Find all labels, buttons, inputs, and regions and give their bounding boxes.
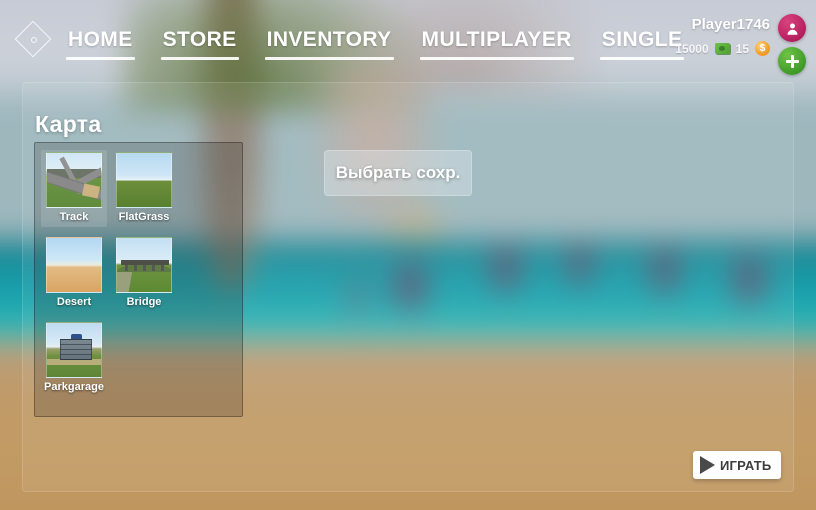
avatar-person-glyph	[787, 23, 797, 35]
nav-label-home: HOME	[68, 28, 133, 51]
nav-item-home[interactable]: HOME	[66, 28, 135, 60]
map-label-track: Track	[59, 211, 89, 223]
select-save-label: Выбрать сохр.	[335, 163, 461, 182]
map-thumbnail-bridge	[116, 237, 172, 293]
money-stack-icon	[714, 43, 730, 54]
main-navigation: HOME STORE INVENTORY MULTIPLAYER SINGLE	[66, 28, 685, 60]
cash-amount: 15000	[675, 41, 709, 56]
currency-row: 15000 15 $	[675, 41, 770, 56]
map-list[interactable]: Track FlatGrass Desert Bridge Parkgarage	[34, 142, 243, 417]
nav-label-inventory: INVENTORY	[266, 28, 392, 51]
map-thumbnail-desert	[46, 237, 102, 293]
player-action-buttons	[778, 14, 806, 75]
map-item-desert[interactable]: Desert	[41, 235, 107, 312]
map-thumbnail-flatgrass	[116, 152, 172, 208]
play-button-label: ИГРАТЬ	[720, 457, 772, 473]
map-label-desert: Desert	[56, 296, 92, 308]
page-title: Карта	[35, 111, 102, 137]
nav-underline-store	[160, 57, 239, 60]
map-item-parkgarage[interactable]: Parkgarage	[41, 320, 107, 397]
nav-label-multiplayer: MULTIPLAYER	[421, 28, 572, 51]
nav-underline-inventory	[264, 57, 394, 60]
map-label-bridge: Bridge	[126, 296, 162, 308]
plus-icon	[785, 54, 799, 68]
coin-amount: 15	[735, 41, 749, 56]
player-name: Player1746	[691, 16, 770, 33]
map-label-flatgrass: FlatGrass	[118, 211, 170, 223]
nav-item-multiplayer[interactable]: MULTIPLAYER	[419, 28, 574, 60]
play-button[interactable]: ИГРАТЬ	[693, 451, 781, 479]
player-info-area: Player1746 15000 15 $	[675, 14, 806, 75]
gold-coin-icon: $	[755, 41, 770, 56]
play-triangle-icon	[700, 456, 715, 474]
nav-item-store[interactable]: STORE	[160, 28, 239, 60]
logo-center-dot	[31, 37, 37, 43]
map-thumbnail-parkgarage	[46, 322, 102, 378]
nav-label-store: STORE	[162, 28, 237, 51]
nav-label-single: SINGLE	[601, 28, 683, 51]
top-header-bar: HOME STORE INVENTORY MULTIPLAYER SINGLE …	[0, 0, 816, 82]
map-label-parkgarage: Parkgarage	[44, 381, 104, 393]
user-avatar-icon[interactable]	[778, 14, 806, 42]
map-thumbnail-track	[46, 152, 102, 208]
nav-underline-multiplayer	[419, 57, 574, 60]
diamond-logo-icon[interactable]	[14, 20, 52, 58]
nav-underline-home	[66, 57, 135, 60]
map-item-bridge[interactable]: Bridge	[111, 235, 177, 312]
main-content-panel: Карта Track FlatGrass Desert Bridge Park…	[22, 82, 794, 492]
nav-underline-single	[599, 57, 685, 60]
map-item-flatgrass[interactable]: FlatGrass	[111, 150, 177, 227]
player-text-block: Player1746 15000 15 $	[675, 14, 770, 56]
nav-item-inventory[interactable]: INVENTORY	[264, 28, 394, 60]
map-item-track[interactable]: Track	[41, 150, 107, 227]
add-currency-button[interactable]	[778, 47, 806, 75]
select-save-button[interactable]: Выбрать сохр.	[324, 150, 472, 196]
nav-item-single[interactable]: SINGLE	[599, 28, 685, 60]
